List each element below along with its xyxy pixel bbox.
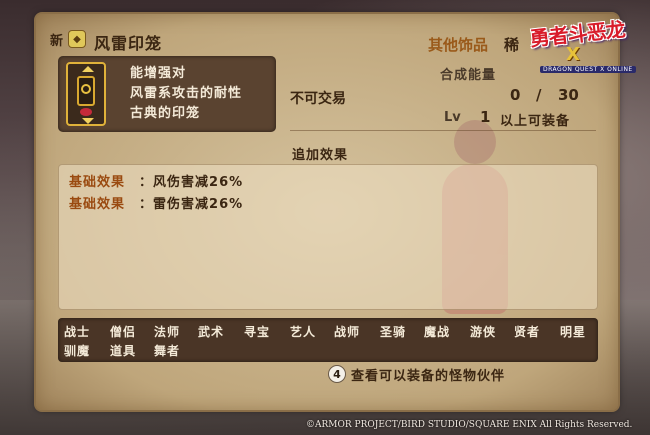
item-description-box: 能增强对 风雷系攻击的耐性 古典的印笼: [58, 56, 276, 132]
inro-charm-icon: [77, 76, 95, 106]
charm-emblem: [81, 84, 91, 94]
item-name: 风雷印笼: [94, 34, 163, 53]
job-item: 战师: [334, 325, 361, 339]
character-head: [454, 120, 496, 164]
job-item: 僧侣: [110, 325, 137, 339]
button-4-icon: 4: [328, 365, 346, 383]
job-item: 寻宝: [244, 325, 271, 339]
effect-value: 风伤害减26%: [153, 175, 244, 190]
description-line: 古典的印笼: [130, 106, 201, 121]
effects-list: 基础效果 ：风伤害减26% 基础效果 ：雷伤害减26%: [58, 164, 598, 310]
job-item: 魔战: [424, 325, 451, 339]
job-item: 武术: [198, 325, 225, 339]
item-description: 能增强对 风雷系攻击的耐性 古典的印笼: [130, 64, 242, 124]
level-label: Lv: [444, 110, 461, 125]
arrow-down-icon[interactable]: [82, 118, 94, 124]
equippable-jobs: 战士 僧侣 法师 武术 寻宝 艺人 战师 圣骑 魔战 游侠 贤者 明星 驯魔 道…: [58, 318, 598, 362]
job-item: 贤者: [514, 325, 541, 339]
effect-label: 基础效果: [69, 197, 126, 212]
synthesis-max: 30: [558, 86, 579, 104]
item-rarity: 稀: [504, 36, 520, 54]
charm-tassel: [80, 108, 92, 116]
level-requirement-text: 以上可装备: [500, 114, 571, 129]
view-monster-companions-button[interactable]: 4 查看可以装备的怪物伙伴: [328, 364, 505, 384]
description-line: 能增强对: [130, 66, 187, 81]
job-item: 舞者: [154, 344, 181, 358]
logo-subtitle: DRAGON QUEST X ONLINE: [540, 66, 636, 73]
job-item: 艺人: [290, 325, 317, 339]
synthesis-current: 0: [510, 86, 521, 104]
effect-row: 基础效果 ：雷伤害减26%: [69, 193, 243, 212]
job-item: 圣骑: [380, 325, 407, 339]
accessory-icon: ◆: [68, 30, 86, 48]
item-image-selector[interactable]: [66, 62, 106, 126]
description-line: 风雷系攻击的耐性: [130, 86, 243, 101]
synthesis-separator: /: [536, 86, 542, 104]
job-item: 驯魔: [64, 344, 91, 358]
item-category: 其他饰品: [428, 36, 489, 54]
view-monster-companions-label: 查看可以装备的怪物伙伴: [351, 368, 506, 384]
added-effects-title: 追加效果: [292, 148, 349, 163]
job-item: 明星: [560, 325, 587, 339]
effect-label: 基础效果: [69, 175, 126, 190]
job-item: 游侠: [470, 325, 497, 339]
effect-colon: ：: [139, 175, 154, 190]
trade-status: 不可交易: [290, 91, 346, 107]
synthesis-label: 合成能量: [440, 68, 497, 83]
copyright-notice: ©ARMOR PROJECT/BIRD STUDIO/SQUARE ENIX A…: [306, 420, 633, 430]
job-item: 道具: [110, 344, 137, 358]
effect-colon: ：: [139, 197, 154, 212]
job-item: 战士: [64, 325, 91, 339]
logo-mark: X: [566, 44, 580, 65]
divider: [290, 130, 596, 131]
effect-value: 雷伤害减26%: [153, 197, 244, 212]
job-item: 法师: [154, 325, 181, 339]
game-logo: 勇者斗恶龙 X DRAGON QUEST X ONLINE: [518, 10, 636, 80]
new-badge: 新: [50, 34, 64, 49]
arrow-up-icon[interactable]: [82, 66, 94, 72]
effect-row: 基础效果 ：风伤害减26%: [69, 171, 243, 190]
level-value: 1: [480, 108, 491, 126]
